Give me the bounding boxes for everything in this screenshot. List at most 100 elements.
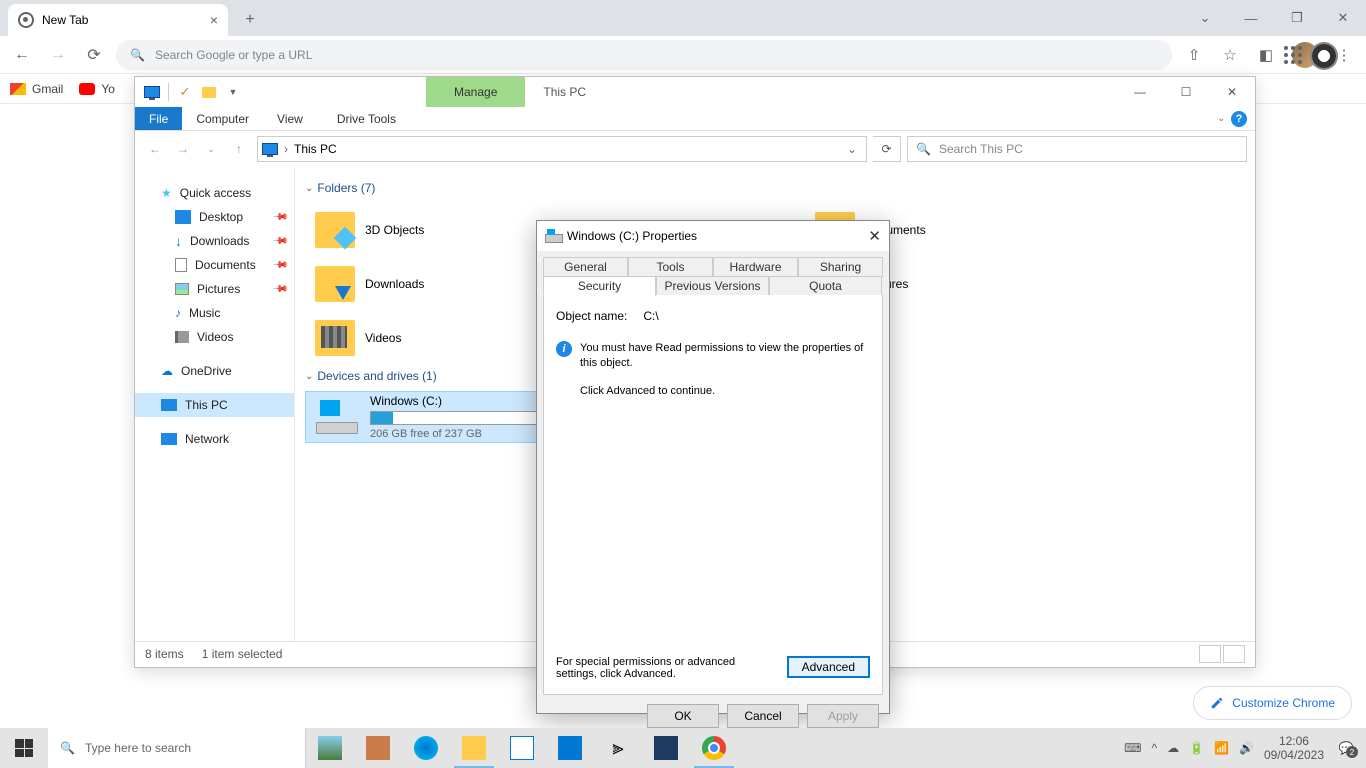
tray-battery-icon[interactable]: 🔋 xyxy=(1189,741,1204,755)
nav-up-button[interactable]: ↑ xyxy=(227,137,251,161)
taskbar-app[interactable] xyxy=(642,728,690,768)
folders-section-header[interactable]: ⌄Folders (7) xyxy=(301,177,1255,203)
tray-onedrive-icon[interactable]: ☁ xyxy=(1167,741,1179,755)
side-panel-icon[interactable]: ◧ xyxy=(1252,41,1280,69)
tray-volume-icon[interactable]: 🔊 xyxy=(1239,741,1254,755)
bookmark-gmail[interactable]: Gmail xyxy=(10,82,63,96)
tab-general[interactable]: General xyxy=(543,257,628,277)
chrome-dropdown-icon[interactable]: ⌄ xyxy=(1182,0,1228,36)
share-icon[interactable]: ⇧ xyxy=(1180,41,1208,69)
address-dropdown-icon[interactable]: ⌄ xyxy=(842,142,862,156)
tray-clock[interactable]: 12:06 09/04/2023 xyxy=(1264,734,1324,763)
ok-button[interactable]: OK xyxy=(647,704,719,728)
refresh-button[interactable]: ⟳ xyxy=(873,136,901,162)
tab-title: New Tab xyxy=(42,13,88,27)
explorer-search[interactable]: 🔍 Search This PC xyxy=(907,136,1247,162)
breadcrumb-text: This PC xyxy=(294,142,337,156)
folder-videos[interactable]: Videos xyxy=(301,311,551,365)
breadcrumb-bar[interactable]: › This PC ⌄ xyxy=(257,136,867,162)
address-bar[interactable]: 🔍 Search Google or type a URL xyxy=(116,40,1172,70)
computer-icon[interactable] xyxy=(141,81,163,103)
taskbar-dropbox[interactable]: ⫸ xyxy=(594,728,642,768)
taskbar: 🔍Type here to search ⫸ ⌨ ^ ☁ 🔋 📶 🔊 12:06… xyxy=(0,728,1366,768)
properties-tabs: General Tools Hardware Sharing Security … xyxy=(543,257,883,295)
pc-icon xyxy=(262,143,278,155)
taskbar-mail[interactable] xyxy=(546,728,594,768)
folder-3d-objects[interactable]: 3D Objects xyxy=(301,203,551,257)
ribbon-collapse-icon[interactable]: ⌄ xyxy=(1217,113,1225,124)
sidebar-this-pc[interactable]: This PC xyxy=(135,393,294,417)
qat-dropdown-icon[interactable]: ▼ xyxy=(222,81,244,103)
explorer-maximize-button[interactable]: ☐ xyxy=(1163,77,1209,107)
taskbar-weather[interactable] xyxy=(306,728,354,768)
customize-chrome-button[interactable]: Customize Chrome xyxy=(1193,686,1352,720)
apps-grid-icon[interactable] xyxy=(1284,46,1302,64)
sidebar-pictures[interactable]: Pictures📌 xyxy=(135,277,294,301)
taskbar-edge[interactable] xyxy=(402,728,450,768)
sidebar-desktop[interactable]: Desktop📌 xyxy=(135,205,294,229)
apply-button[interactable]: Apply xyxy=(807,704,879,728)
tray-show-hidden-icon[interactable]: ^ xyxy=(1151,741,1157,755)
sidebar-music[interactable]: ♪Music xyxy=(135,301,294,325)
reload-button[interactable]: ⟳ xyxy=(80,41,108,69)
tray-keyboard-icon[interactable]: ⌨ xyxy=(1124,741,1141,755)
ribbon-tabs: File Computer View Drive Tools ⌄ ? xyxy=(135,107,1255,131)
notification-center-icon[interactable]: 💬2 xyxy=(1334,736,1358,760)
new-folder-qat-icon[interactable] xyxy=(198,81,220,103)
close-tab-icon[interactable]: × xyxy=(210,12,218,28)
file-tab[interactable]: File xyxy=(135,107,182,130)
computer-tab[interactable]: Computer xyxy=(182,107,263,130)
browser-tab[interactable]: New Tab × xyxy=(8,4,228,36)
cancel-button[interactable]: Cancel xyxy=(727,704,799,728)
explorer-minimize-button[interactable]: — xyxy=(1117,77,1163,107)
explorer-close-button[interactable]: ✕ xyxy=(1209,77,1255,107)
properties-titlebar[interactable]: Windows (C:) Properties ✕ xyxy=(537,221,889,251)
address-row: ← → ⌄ ↑ › This PC ⌄ ⟳ 🔍 Search This PC xyxy=(135,131,1255,167)
bookmark-star-icon[interactable]: ☆ xyxy=(1216,41,1244,69)
large-icons-view-button[interactable] xyxy=(1223,645,1245,663)
nav-back-button[interactable]: ← xyxy=(143,137,167,161)
sidebar-videos[interactable]: Videos xyxy=(135,325,294,349)
sidebar-onedrive[interactable]: ☁OneDrive xyxy=(135,359,294,383)
tab-security[interactable]: Security xyxy=(543,276,656,296)
nav-history-dropdown[interactable]: ⌄ xyxy=(199,137,223,161)
gmail-icon xyxy=(10,83,26,95)
document-icon xyxy=(175,258,187,272)
taskbar-explorer[interactable] xyxy=(450,728,498,768)
google-account-avatar[interactable] xyxy=(1310,42,1338,70)
taskbar-store[interactable] xyxy=(498,728,546,768)
taskbar-search[interactable]: 🔍Type here to search xyxy=(48,728,306,768)
sidebar-downloads[interactable]: ↓Downloads📌 xyxy=(135,229,294,253)
bookmark-youtube[interactable]: Yo xyxy=(79,82,115,96)
help-icon[interactable]: ? xyxy=(1231,111,1247,127)
tab-previous-versions[interactable]: Previous Versions xyxy=(656,276,769,296)
explorer-titlebar[interactable]: ✓ ▼ Manage This PC — ☐ ✕ xyxy=(135,77,1255,107)
taskbar-chrome[interactable] xyxy=(690,728,738,768)
tab-hardware[interactable]: Hardware xyxy=(713,257,798,277)
folder-downloads[interactable]: Downloads xyxy=(301,257,551,311)
sidebar-quick-access[interactable]: ★Quick access xyxy=(135,181,294,205)
back-button[interactable]: ← xyxy=(8,41,36,69)
details-view-button[interactable] xyxy=(1199,645,1221,663)
properties-qat-icon[interactable]: ✓ xyxy=(174,81,196,103)
drive-tools-tab[interactable]: Drive Tools xyxy=(323,107,410,130)
nav-forward-button[interactable]: → xyxy=(171,137,195,161)
drive-icon xyxy=(545,229,561,243)
chrome-maximize-button[interactable]: ❐ xyxy=(1274,0,1320,36)
taskbar-taskview[interactable] xyxy=(354,728,402,768)
dialog-close-button[interactable]: ✕ xyxy=(868,227,881,245)
start-button[interactable] xyxy=(0,728,48,768)
chrome-close-button[interactable]: ✕ xyxy=(1320,0,1366,36)
manage-contextual-tab[interactable]: Manage xyxy=(426,77,525,107)
tab-tools[interactable]: Tools xyxy=(628,257,713,277)
sidebar-network[interactable]: Network xyxy=(135,427,294,451)
tab-sharing[interactable]: Sharing xyxy=(798,257,883,277)
tab-quota[interactable]: Quota xyxy=(769,276,882,296)
view-tab[interactable]: View xyxy=(263,107,317,130)
sidebar-documents[interactable]: Documents📌 xyxy=(135,253,294,277)
new-tab-button[interactable]: + xyxy=(236,6,264,34)
forward-button[interactable]: → xyxy=(44,41,72,69)
chrome-minimize-button[interactable]: — xyxy=(1228,0,1274,36)
tray-wifi-icon[interactable]: 📶 xyxy=(1214,741,1229,755)
advanced-button[interactable]: Advanced xyxy=(787,656,870,678)
